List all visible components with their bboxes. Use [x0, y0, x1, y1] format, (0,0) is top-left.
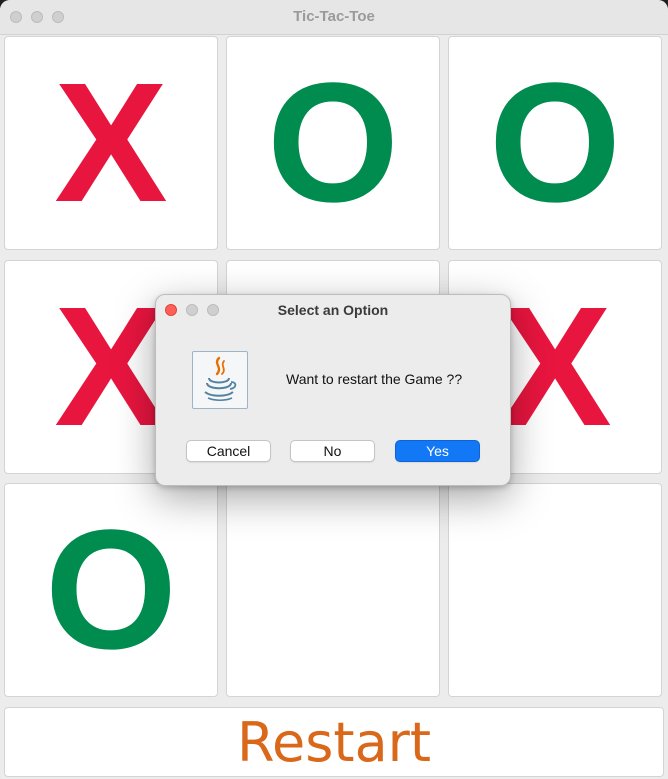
- board-cell-8[interactable]: [226, 483, 440, 697]
- restart-dialog: Select an Option Want to restart the Gam…: [155, 294, 511, 486]
- no-button[interactable]: No: [290, 440, 375, 462]
- board-cell-3[interactable]: O: [448, 36, 662, 250]
- board-cell-9[interactable]: [448, 483, 662, 697]
- window-titlebar: Tic-Tac-Toe: [0, 0, 668, 35]
- dialog-titlebar: Select an Option: [156, 295, 510, 325]
- board-cell-7[interactable]: O: [4, 483, 218, 697]
- restart-button[interactable]: Restart: [4, 707, 664, 777]
- dialog-title: Select an Option: [277, 302, 389, 318]
- cancel-button[interactable]: Cancel: [186, 440, 271, 462]
- yes-button[interactable]: Yes: [395, 440, 480, 462]
- board-cell-1[interactable]: X: [4, 36, 218, 250]
- window-title: Tic-Tac-Toe: [293, 8, 375, 25]
- board-cell-2[interactable]: O: [226, 36, 440, 250]
- dialog-message: Want to restart the Game ??: [286, 371, 463, 387]
- java-icon: [192, 351, 248, 409]
